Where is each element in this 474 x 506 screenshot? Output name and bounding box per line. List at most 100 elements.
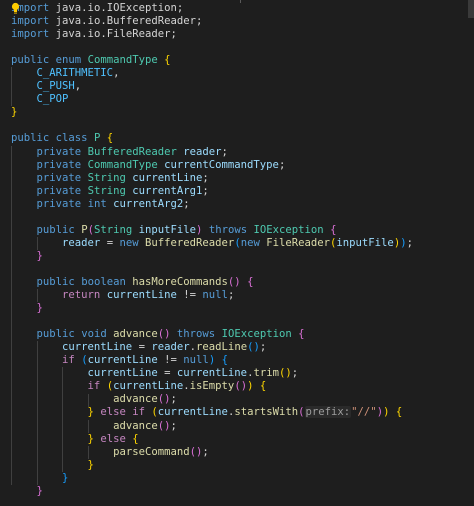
code-token: currentLine xyxy=(176,367,248,380)
code-token: () xyxy=(227,275,241,288)
code-token: public xyxy=(11,54,50,67)
code-line[interactable] xyxy=(11,211,413,224)
indent-guide xyxy=(62,367,64,472)
code-line[interactable]: private String currentArg1; xyxy=(11,185,413,198)
code-line[interactable]: } xyxy=(11,485,413,498)
code-token: } xyxy=(62,471,69,484)
code-line[interactable]: public P(String inputFile) throws IOExce… xyxy=(11,224,413,237)
code-editor[interactable]: import java.io.IOException; import java.i… xyxy=(0,0,474,506)
code-token: ; xyxy=(406,236,413,249)
code-token: trim xyxy=(253,367,279,380)
code-line[interactable]: import java.io.FileReader; xyxy=(11,28,413,41)
code-line[interactable]: private String currentLine; xyxy=(11,172,413,185)
code-line[interactable]: } xyxy=(11,250,413,263)
code-token: , xyxy=(113,67,120,80)
code-token: inputFile xyxy=(336,236,394,249)
code-line[interactable]: C_ARITHMETIC, xyxy=(11,67,413,80)
code-token: BufferedReader xyxy=(87,145,177,158)
indent-guide xyxy=(36,289,38,303)
code-token: != xyxy=(183,289,197,302)
code-token: reader xyxy=(151,341,190,354)
code-lines[interactable]: import java.io.IOException; import java.i… xyxy=(11,2,413,498)
code-line[interactable] xyxy=(11,119,413,132)
code-token: currentArg2 xyxy=(113,197,184,210)
code-token: } xyxy=(87,406,94,419)
code-line[interactable] xyxy=(11,263,413,276)
code-line[interactable]: currentLine = currentLine.trim(); xyxy=(11,367,413,380)
code-line[interactable]: parseCommand(); xyxy=(11,446,413,459)
code-token: if xyxy=(87,380,101,393)
code-line[interactable]: } xyxy=(11,472,413,485)
code-line[interactable]: } xyxy=(11,302,413,315)
code-token: , xyxy=(74,80,82,93)
code-token: advance xyxy=(113,393,158,406)
indent-guide xyxy=(87,445,89,459)
inlay-hint: prefix: xyxy=(304,406,352,419)
code-token: java.io.BufferedReader; xyxy=(55,15,203,28)
code-token: } xyxy=(36,302,43,315)
code-line[interactable]: return currentLine != null; xyxy=(11,289,413,302)
code-line[interactable]: if (currentLine != null) { xyxy=(11,354,413,367)
code-token: BufferedReader xyxy=(145,236,235,249)
code-token: ; xyxy=(202,445,209,458)
code-token: currentLine xyxy=(113,380,184,393)
code-token: parseCommand xyxy=(113,445,190,458)
code-token: public xyxy=(36,223,75,236)
code-line[interactable]: import java.io.IOException; xyxy=(11,2,413,15)
code-token: } xyxy=(87,432,94,445)
code-line[interactable] xyxy=(11,315,413,328)
code-token: P xyxy=(93,132,101,145)
indent-guide xyxy=(11,145,12,485)
code-line[interactable]: public class P { xyxy=(11,132,413,145)
code-token: public xyxy=(11,132,50,145)
code-line[interactable]: C_POP xyxy=(11,93,413,106)
code-token: import xyxy=(11,28,50,41)
code-token: C_POP xyxy=(36,93,69,106)
code-token: { xyxy=(298,328,305,341)
code-line[interactable]: private CommandType currentCommandType; xyxy=(11,159,413,172)
indent-guide xyxy=(87,419,89,433)
code-line[interactable]: if (currentLine.isEmpty()) { xyxy=(11,380,413,393)
code-line[interactable]: public boolean hasMoreCommands() { xyxy=(11,276,413,289)
code-line[interactable]: advance(); xyxy=(11,393,413,406)
code-token: new xyxy=(119,236,139,249)
code-line[interactable]: } else { xyxy=(11,433,413,446)
code-line[interactable] xyxy=(11,41,413,54)
code-line[interactable]: } xyxy=(11,106,413,119)
code-token: () xyxy=(278,367,292,380)
code-line[interactable]: advance(); xyxy=(11,420,413,433)
code-line[interactable]: reader = new BufferedReader(new FileRead… xyxy=(11,237,413,250)
code-line[interactable]: } xyxy=(11,459,413,472)
code-line[interactable]: public enum CommandType { xyxy=(11,54,413,67)
code-token: () xyxy=(247,341,260,354)
code-token: advance xyxy=(113,419,158,432)
code-token: import xyxy=(11,15,50,28)
code-token: enum xyxy=(55,54,82,67)
code-line[interactable]: public void advance() throws IOException… xyxy=(11,328,413,341)
indent-guide xyxy=(11,67,12,107)
code-token: private xyxy=(36,184,82,197)
code-line[interactable]: } else if (currentLine.startsWith(prefix… xyxy=(11,406,413,419)
code-line[interactable]: currentLine = reader.readLine(); xyxy=(11,341,413,354)
indent-guide xyxy=(87,393,89,407)
code-line[interactable]: private int currentArg2; xyxy=(11,198,413,211)
code-line[interactable]: import java.io.BufferedReader; xyxy=(11,15,413,28)
code-token: { xyxy=(164,54,171,67)
lightbulb-icon[interactable] xyxy=(11,2,20,15)
code-token: () xyxy=(157,328,171,341)
scrollbar-thumb[interactable] xyxy=(468,0,474,18)
code-token: else xyxy=(100,432,126,445)
code-line[interactable]: private BufferedReader reader; xyxy=(11,146,413,159)
code-token: "//" xyxy=(351,406,377,419)
vertical-scrollbar[interactable] xyxy=(468,0,474,506)
code-token: () xyxy=(234,380,248,393)
code-line[interactable]: C_PUSH, xyxy=(11,80,413,93)
